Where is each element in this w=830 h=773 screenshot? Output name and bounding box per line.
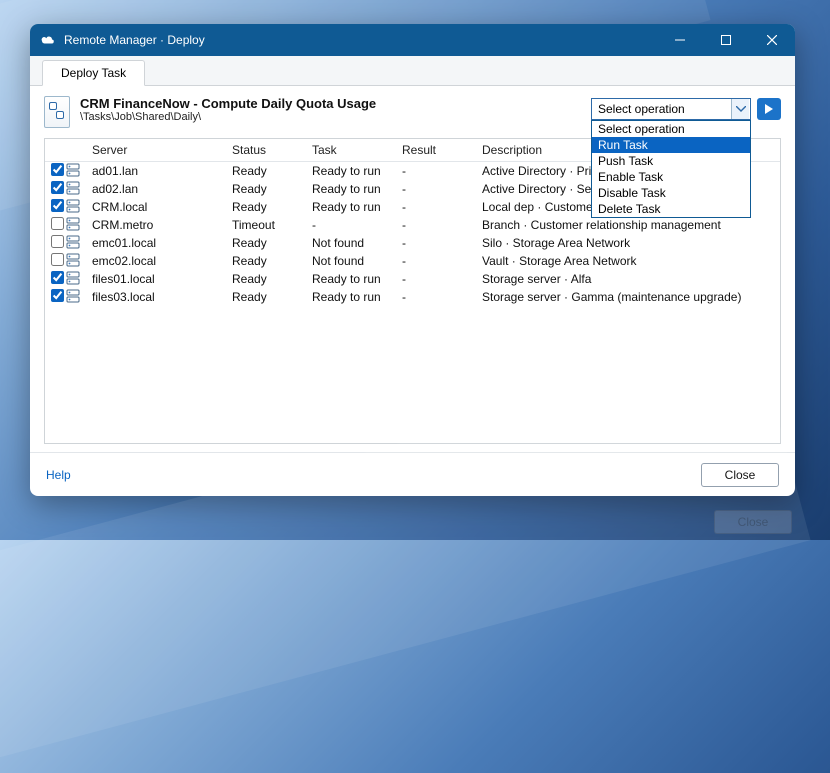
cell-result: -: [394, 288, 474, 306]
operation-option[interactable]: Select operation: [592, 121, 750, 137]
row-checkbox[interactable]: [51, 181, 64, 194]
table-row[interactable]: files03.localReadyReady to run-Storage s…: [45, 288, 780, 306]
play-icon: [764, 104, 774, 114]
task-title: CRM FinanceNow - Compute Daily Quota Usa…: [80, 96, 376, 111]
operation-option[interactable]: Enable Task: [592, 169, 750, 185]
operation-option[interactable]: Delete Task: [592, 201, 750, 217]
cell-result: -: [394, 198, 474, 216]
cell-result: -: [394, 270, 474, 288]
close-window-button[interactable]: [749, 24, 795, 56]
cell-task: Ready to run: [304, 198, 394, 216]
table-row[interactable]: emc02.localReadyNot found-Vault · Storag…: [45, 252, 780, 270]
cell-server: emc01.local: [84, 234, 224, 252]
column-header[interactable]: Result: [394, 139, 474, 162]
row-checkbox[interactable]: [51, 253, 64, 266]
cell-server: CRM.metro: [84, 216, 224, 234]
server-icon: [66, 288, 84, 306]
cell-result: -: [394, 252, 474, 270]
row-checkbox[interactable]: [51, 199, 64, 212]
cell-description: Vault · Storage Area Network: [474, 252, 780, 270]
server-icon: [66, 180, 84, 198]
cell-description: Branch · Customer relationship managemen…: [474, 216, 780, 234]
server-icon: [66, 162, 84, 181]
cell-status: Timeout: [224, 216, 304, 234]
table-row[interactable]: files01.localReadyReady to run-Storage s…: [45, 270, 780, 288]
cell-task: Not found: [304, 252, 394, 270]
operation-dropdown[interactable]: Select operationRun TaskPush TaskEnable …: [591, 120, 751, 218]
row-checkbox[interactable]: [51, 271, 64, 284]
run-operation-button[interactable]: [757, 98, 781, 120]
table-row[interactable]: emc01.localReadyNot found-Silo · Storage…: [45, 234, 780, 252]
cell-description: Silo · Storage Area Network: [474, 234, 780, 252]
operation-select[interactable]: Select operation: [591, 98, 751, 120]
table-row[interactable]: CRM.metroTimeout--Branch · Customer rela…: [45, 216, 780, 234]
server-icon: [66, 234, 84, 252]
row-checkbox[interactable]: [51, 289, 64, 302]
task-path: \Tasks\Job\Shared\Daily\: [80, 111, 376, 123]
cell-server: emc02.local: [84, 252, 224, 270]
content-area: CRM FinanceNow - Compute Daily Quota Usa…: [30, 86, 795, 452]
column-header[interactable]: Task: [304, 139, 394, 162]
operation-select-value: Select operation: [598, 102, 685, 116]
app-window: Remote Manager · Deploy Deploy Task CRM …: [30, 24, 795, 496]
operation-option[interactable]: Run Task: [592, 137, 750, 153]
column-icon: [66, 139, 84, 162]
cell-status: Ready: [224, 198, 304, 216]
cell-task: Ready to run: [304, 270, 394, 288]
cell-status: Ready: [224, 162, 304, 181]
column-header[interactable]: Status: [224, 139, 304, 162]
row-checkbox[interactable]: [51, 235, 64, 248]
cell-status: Ready: [224, 180, 304, 198]
column-header[interactable]: Server: [84, 139, 224, 162]
cell-task: Ready to run: [304, 162, 394, 181]
cell-status: Ready: [224, 252, 304, 270]
server-icon: [66, 270, 84, 288]
row-checkbox[interactable]: [51, 217, 64, 230]
cell-description: Storage server · Alfa: [474, 270, 780, 288]
column-checkbox: [45, 139, 66, 162]
cell-status: Ready: [224, 234, 304, 252]
cell-server: ad02.lan: [84, 180, 224, 198]
background-close-shadow: Close: [714, 510, 792, 534]
chevron-down-icon: [731, 99, 749, 119]
cell-description: Storage server · Gamma (maintenance upgr…: [474, 288, 780, 306]
cell-result: -: [394, 216, 474, 234]
cloud-icon: [40, 34, 56, 46]
cell-status: Ready: [224, 270, 304, 288]
cell-result: -: [394, 180, 474, 198]
tabstrip: Deploy Task: [30, 56, 795, 86]
cell-task: Not found: [304, 234, 394, 252]
cell-result: -: [394, 162, 474, 181]
cell-task: Ready to run: [304, 288, 394, 306]
cell-status: Ready: [224, 288, 304, 306]
cell-server: CRM.local: [84, 198, 224, 216]
cell-server: files01.local: [84, 270, 224, 288]
operation-option[interactable]: Push Task: [592, 153, 750, 169]
titlebar[interactable]: Remote Manager · Deploy: [30, 24, 795, 56]
cell-result: -: [394, 234, 474, 252]
window-title: Remote Manager · Deploy: [64, 33, 657, 47]
minimize-button[interactable]: [657, 24, 703, 56]
tab-deploy-task[interactable]: Deploy Task: [42, 60, 145, 86]
server-icon: [66, 252, 84, 270]
operation-area: Select operation Select operationRun Tas…: [591, 98, 781, 120]
server-icon: [66, 198, 84, 216]
dialog-footer: Help Close: [30, 452, 795, 496]
row-checkbox[interactable]: [51, 163, 64, 176]
cell-task: -: [304, 216, 394, 234]
server-icon: [66, 216, 84, 234]
task-file-icon: [44, 96, 70, 128]
close-button[interactable]: Close: [701, 463, 779, 487]
operation-option[interactable]: Disable Task: [592, 185, 750, 201]
maximize-button[interactable]: [703, 24, 749, 56]
help-link[interactable]: Help: [46, 468, 71, 482]
cell-server: files03.local: [84, 288, 224, 306]
cell-server: ad01.lan: [84, 162, 224, 181]
cell-task: Ready to run: [304, 180, 394, 198]
